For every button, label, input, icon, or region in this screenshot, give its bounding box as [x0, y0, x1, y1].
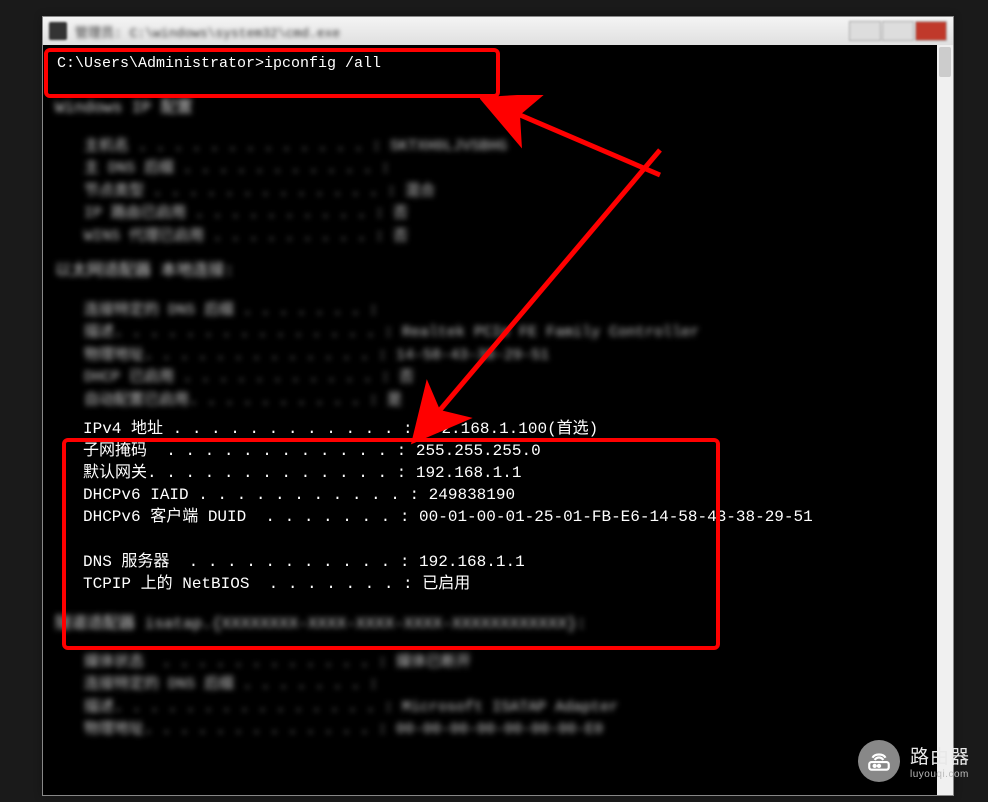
cmd-window: 管理员: C:\windows\system32\cmd.exe C:\User… [42, 16, 954, 796]
tunnel-line: 物理地址. . . . . . . . . . . . . : 00-00-00… [53, 719, 943, 742]
tunnel-line: 描述. . . . . . . . . . . . . . . : Micros… [53, 697, 943, 720]
watermark-subtitle: luyouqi.com [910, 769, 970, 780]
adapter-line: 物理地址. . . . . . . . . . . . . : 14-58-43… [53, 345, 943, 368]
scrollbar-thumb[interactable] [939, 47, 951, 77]
window-title: 管理员: C:\windows\system32\cmd.exe [75, 22, 849, 41]
adapter-line: 连接特定的 DNS 后缀 . . . . . . . : [53, 300, 943, 323]
dhcpv6-iaid-line: DHCPv6 IAID . . . . . . . . . . . : 2498… [83, 486, 515, 504]
tunnel-line: 连接特定的 DNS 后缀 . . . . . . . : [53, 674, 943, 697]
watermark: 路由器 luyouqi.com [858, 740, 970, 782]
host-line: WINS 代理已启用 . . . . . . . . . : 否 [53, 226, 943, 249]
tunnel-line: 媒体状态 . . . . . . . . . . . . : 媒体已断开 [53, 652, 943, 675]
window-controls [849, 21, 947, 41]
title-bar[interactable]: 管理员: C:\windows\system32\cmd.exe [43, 17, 953, 45]
ip-info-block: IPv4 地址 . . . . . . . . . . . . : 192.16… [73, 412, 943, 601]
gateway-line: 默认网关. . . . . . . . . . . . . : 192.168.… [83, 464, 521, 482]
ip-config-header: Windows IP 配置 [55, 97, 943, 120]
watermark-title: 路由器 [910, 742, 970, 769]
adapter-header: 以太网适配器 本地连接: [55, 260, 943, 283]
maximize-button[interactable] [882, 21, 914, 41]
terminal-output[interactable]: C:\Users\Administrator>ipconfig /all Win… [43, 45, 953, 795]
dhcpv6-duid-line: DHCPv6 客户端 DUID . . . . . . . : 00-01-00… [83, 508, 813, 526]
ipv4-line: IPv4 地址 . . . . . . . . . . . . : 192.16… [83, 420, 598, 438]
cmd-icon [49, 22, 67, 40]
host-line: 主 DNS 后缀 . . . . . . . . . . . : [53, 158, 943, 181]
router-icon [858, 740, 900, 782]
command-prompt-line: C:\Users\Administrator>ipconfig /all [53, 51, 943, 77]
minimize-button[interactable] [849, 21, 881, 41]
close-button[interactable] [915, 21, 947, 41]
adapter-line: 自动配置已启用. . . . . . . . . . : 是 [53, 390, 943, 413]
host-line: 主机名 . . . . . . . . . . . . . : SKTXH0LJ… [53, 136, 943, 159]
tunnel-header: 隧道适配器 isatap.{XXXXXXXX-XXXX-XXXX-XXXX-XX… [55, 613, 943, 636]
adapter-line: 描述. . . . . . . . . . . . . . . : Realte… [53, 322, 943, 345]
host-line: 节点类型 . . . . . . . . . . . . . : 混合 [53, 181, 943, 204]
dns-line: DNS 服务器 . . . . . . . . . . . : 192.168.… [83, 553, 525, 571]
host-line: IP 路由已启用 . . . . . . . . . . : 否 [53, 203, 943, 226]
netbios-line: TCPIP 上的 NetBIOS . . . . . . . : 已启用 [83, 575, 470, 593]
subnet-line: 子网掩码 . . . . . . . . . . . . : 255.255.2… [83, 442, 541, 460]
adapter-line: DHCP 已启用 . . . . . . . . . . . : 否 [53, 367, 943, 390]
